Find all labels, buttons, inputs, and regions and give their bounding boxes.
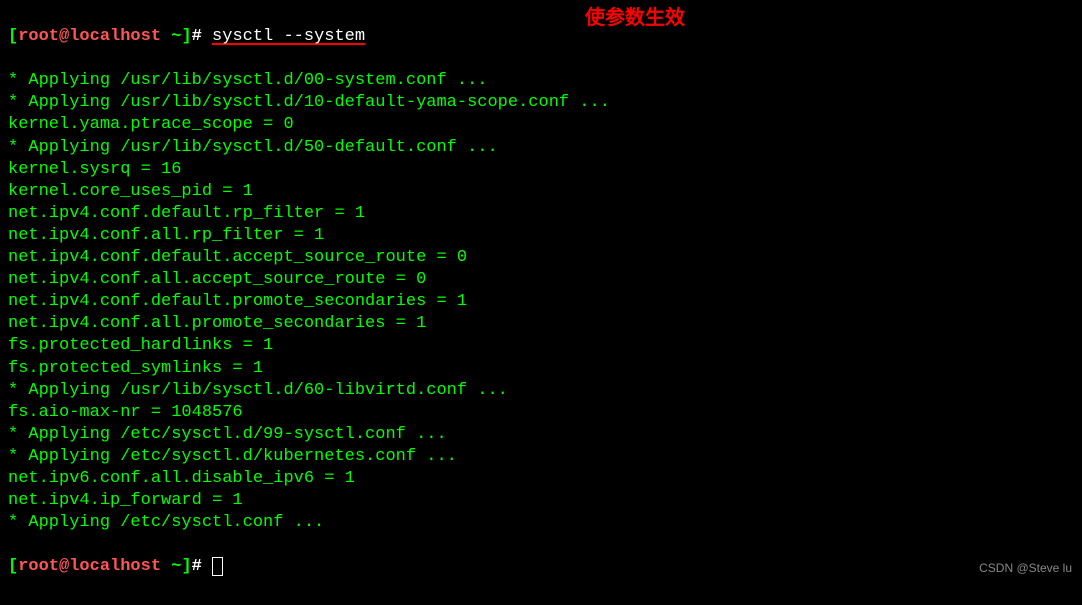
output-line: net.ipv4.conf.all.promote_secondaries = … [8,313,1074,335]
output-line: fs.protected_symlinks = 1 [8,358,1074,380]
prompt-hash: # [192,27,212,46]
prompt-path-2: ~ [161,557,181,576]
prompt-close-bracket-2: ] [181,557,191,576]
output-line: * Applying /etc/sysctl.conf ... [8,512,1074,534]
output-line: kernel.core_uses_pid = 1 [8,181,1074,203]
output-line: net.ipv4.conf.default.rp_filter = 1 [8,203,1074,225]
output-line: * Applying /usr/lib/sysctl.d/50-default.… [8,137,1074,159]
output-line: * Applying /etc/sysctl.d/kubernetes.conf… [8,446,1074,468]
output-container: * Applying /usr/lib/sysctl.d/00-system.c… [8,70,1074,534]
prompt-line-1: [root@localhost ~]# sysctl --system [8,26,1074,48]
output-line: fs.aio-max-nr = 1048576 [8,402,1074,424]
command-text: sysctl --system [212,27,365,46]
annotation-label: 使参数生效 [585,5,685,31]
prompt-hash-2: # [192,557,212,576]
watermark-text: CSDN @Steve lu [979,561,1072,577]
cursor-icon [212,557,223,576]
prompt-user-host-2: root@localhost [18,557,161,576]
output-line: net.ipv4.conf.all.rp_filter = 1 [8,225,1074,247]
terminal[interactable]: [root@localhost ~]# sysctl --system * Ap… [0,0,1082,605]
prompt-user-host: root@localhost [18,27,161,46]
output-line: * Applying /usr/lib/sysctl.d/10-default-… [8,92,1074,114]
output-line: net.ipv4.conf.default.accept_source_rout… [8,247,1074,269]
prompt-path: ~ [161,27,181,46]
output-line: fs.protected_hardlinks = 1 [8,335,1074,357]
output-line: net.ipv4.ip_forward = 1 [8,490,1074,512]
prompt-open-bracket-2: [ [8,557,18,576]
output-line: * Applying /usr/lib/sysctl.d/60-libvirtd… [8,380,1074,402]
output-line: kernel.yama.ptrace_scope = 0 [8,114,1074,136]
output-line: * Applying /etc/sysctl.d/99-sysctl.conf … [8,424,1074,446]
output-line: net.ipv6.conf.all.disable_ipv6 = 1 [8,468,1074,490]
output-line: net.ipv4.conf.all.accept_source_route = … [8,269,1074,291]
prompt-open-bracket: [ [8,27,18,46]
prompt-close-bracket: ] [181,27,191,46]
output-line: net.ipv4.conf.default.promote_secondarie… [8,291,1074,313]
output-line: kernel.sysrq = 16 [8,159,1074,181]
prompt-line-2: [root@localhost ~]# [8,556,1074,578]
output-line: * Applying /usr/lib/sysctl.d/00-system.c… [8,70,1074,92]
